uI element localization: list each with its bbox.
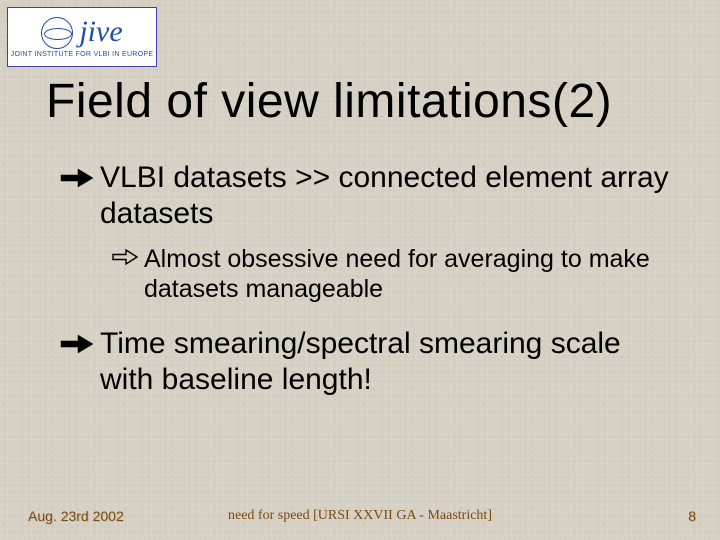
orbit-icon [41, 17, 73, 49]
slide-number: 8 [688, 508, 696, 524]
bullet-level1: VLBI datasets >> connected element array… [60, 160, 680, 232]
arrow-right-icon [60, 166, 100, 190]
arrow-right-icon [60, 332, 100, 356]
bullet-text: Almost obsessive need for averaging to m… [144, 244, 680, 304]
bullet-text: Time smearing/spectral smearing scale wi… [100, 326, 680, 398]
slide: jive JOINT INSTITUTE FOR VLBI IN EUROPE … [0, 0, 720, 540]
logo: jive JOINT INSTITUTE FOR VLBI IN EUROPE [7, 7, 157, 67]
slide-title: Field of view limitations(2) [46, 74, 690, 129]
logo-top: jive [41, 17, 122, 49]
slide-body: VLBI datasets >> connected element array… [60, 160, 680, 410]
footer-title: need for speed [URSI XXVII GA - Maastric… [0, 508, 720, 524]
logo-word: jive [79, 17, 122, 49]
bullet-level2: Almost obsessive need for averaging to m… [112, 244, 680, 304]
arrow-right-icon [112, 248, 144, 266]
logo-subtitle: JOINT INSTITUTE FOR VLBI IN EUROPE [11, 51, 154, 58]
bullet-text: VLBI datasets >> connected element array… [100, 160, 680, 232]
footer: Aug. 23rd 2002 need for speed [URSI XXVI… [0, 504, 720, 524]
bullet-level1: Time smearing/spectral smearing scale wi… [60, 326, 680, 398]
